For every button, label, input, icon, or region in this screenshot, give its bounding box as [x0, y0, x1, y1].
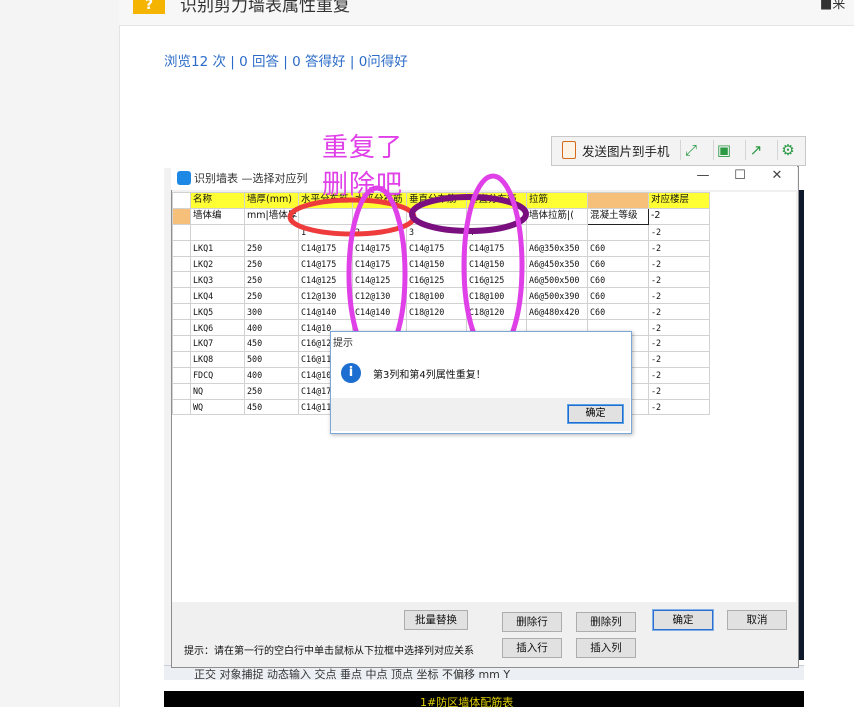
insert-column-button[interactable]: 插入列 — [576, 638, 636, 658]
batch-replace-button[interactable]: 批量替换 — [404, 610, 468, 630]
message-ok-button[interactable]: 确定 — [567, 404, 624, 424]
confirm-button[interactable]: 确定 — [652, 609, 714, 631]
info-icon: i — [341, 363, 361, 383]
magenta-ellipse-right — [461, 173, 525, 359]
delete-row-button[interactable]: 删除行 — [502, 612, 562, 632]
insert-row-button[interactable]: 插入行 — [502, 638, 562, 658]
cancel-button[interactable]: 取消 — [727, 610, 787, 630]
message-title: 提示 — [333, 338, 353, 349]
delete-column-button[interactable]: 删除列 — [576, 612, 636, 632]
message-text: 第3列和第4列属性重复！ — [373, 370, 486, 381]
dialog-hint: 提示：请在第一行的空白行中单击鼠标从下拉框中选择列对应关系 — [184, 646, 474, 657]
